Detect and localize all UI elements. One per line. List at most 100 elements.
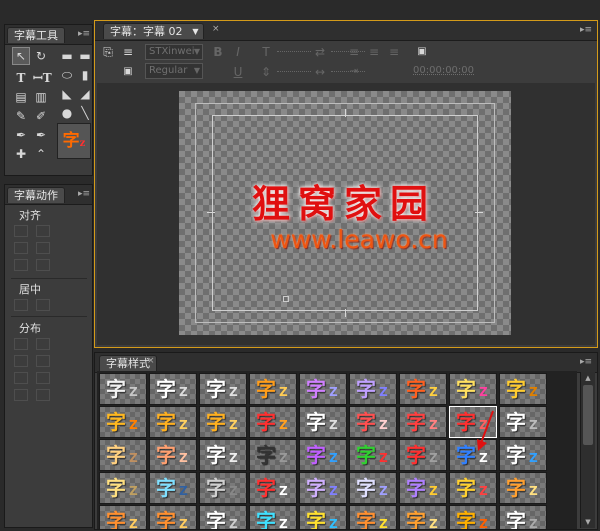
align-right-icon[interactable] bbox=[14, 242, 28, 254]
center-horizontal-icon[interactable] bbox=[14, 299, 28, 311]
clipped-rectangle-tool-icon[interactable]: ⬭ bbox=[58, 66, 76, 84]
style-swatch[interactable]: 字Z bbox=[299, 505, 347, 529]
scroll-down-icon[interactable]: ▼ bbox=[581, 516, 595, 528]
delete-anchor-tool-icon[interactable]: ✒ bbox=[32, 126, 50, 144]
leading-icon[interactable]: ⇕ bbox=[257, 63, 275, 81]
style-swatch[interactable]: 字Z bbox=[349, 439, 397, 471]
bold-icon[interactable]: B bbox=[209, 43, 227, 61]
style-swatch[interactable]: 字Z bbox=[199, 406, 247, 438]
tab-stops-icon[interactable]: ⇥ bbox=[345, 63, 363, 81]
align-center-text-icon[interactable]: ≡ bbox=[365, 43, 383, 61]
canvas-title-text[interactable]: 狸窝家园 bbox=[239, 173, 449, 228]
style-swatch[interactable]: 字Z bbox=[399, 373, 447, 405]
style-swatch[interactable]: 字Z bbox=[499, 373, 547, 405]
style-swatch[interactable]: 字Z bbox=[249, 406, 297, 438]
wedge-tool-icon[interactable]: ◣ bbox=[58, 85, 76, 103]
align-top-icon[interactable] bbox=[36, 242, 50, 254]
style-swatch[interactable]: 字Z bbox=[149, 406, 197, 438]
style-swatch[interactable]: 字Z bbox=[349, 505, 397, 529]
style-swatch[interactable]: 字Z bbox=[99, 439, 147, 471]
vertical-area-type-tool-icon[interactable]: ▥ bbox=[32, 88, 50, 106]
italic-icon[interactable]: I bbox=[229, 43, 247, 61]
style-swatch[interactable]: 字Z bbox=[399, 406, 447, 438]
style-swatch[interactable]: 字Z bbox=[349, 472, 397, 504]
tab-title-tools[interactable]: 字幕工具 bbox=[7, 27, 65, 43]
rectangle-tool-icon[interactable]: ▬ bbox=[58, 47, 76, 65]
align-left-text-icon[interactable]: ≡ bbox=[345, 43, 363, 61]
timecode-display[interactable]: 00:00:00:00 bbox=[413, 65, 474, 76]
style-swatch[interactable]: 字Z bbox=[299, 373, 347, 405]
style-swatch[interactable]: 字Z bbox=[249, 373, 297, 405]
tab-close-icon[interactable]: × bbox=[147, 356, 155, 366]
distribute-even-v-icon[interactable] bbox=[36, 389, 50, 401]
style-swatch[interactable]: 字Z bbox=[449, 472, 497, 504]
style-swatch[interactable]: 字Z bbox=[449, 505, 497, 529]
style-swatch[interactable]: 字Z bbox=[299, 406, 347, 438]
style-swatch[interactable]: 字Z bbox=[399, 472, 447, 504]
panel-menu-icon[interactable]: ▸≡ bbox=[77, 29, 91, 39]
kerning-icon[interactable]: ↔ bbox=[311, 63, 329, 81]
underline-icon[interactable]: U bbox=[229, 63, 247, 81]
vertical-path-type-tool-icon[interactable]: ✐ bbox=[32, 107, 50, 125]
distribute-bottom-icon[interactable] bbox=[14, 389, 28, 401]
style-swatch[interactable]: 字Z bbox=[299, 439, 347, 471]
templates-icon[interactable]: ▣ bbox=[119, 63, 137, 81]
style-swatch[interactable]: 字Z bbox=[99, 406, 147, 438]
align-left-icon[interactable] bbox=[14, 225, 28, 237]
canvas-url-text[interactable]: www.leawo.cn bbox=[249, 225, 469, 254]
tab-title-02[interactable]: 字幕：字幕 02 ▼ bbox=[103, 23, 204, 39]
style-swatch[interactable]: 字Z bbox=[149, 439, 197, 471]
rounded-rectangle-tool-icon[interactable]: ▬ bbox=[78, 47, 92, 65]
distribute-right-icon[interactable] bbox=[14, 355, 28, 367]
font-size-icon[interactable]: T bbox=[257, 43, 275, 61]
rounded-corner-tool-icon[interactable]: ▮ bbox=[78, 66, 92, 84]
scroll-up-icon[interactable]: ▲ bbox=[581, 372, 595, 384]
panel-menu-icon[interactable]: ▸≡ bbox=[77, 189, 91, 199]
style-swatch[interactable]: 字Z bbox=[399, 505, 447, 529]
style-swatch[interactable]: 字Z bbox=[499, 472, 547, 504]
style-swatch[interactable]: 字Z bbox=[199, 505, 247, 529]
aspect-icon[interactable]: ⇄ bbox=[311, 43, 329, 61]
style-swatch[interactable]: 字Z bbox=[249, 472, 297, 504]
align-bottom-icon[interactable] bbox=[36, 259, 50, 271]
roll-crawl-options-icon[interactable]: ≡ bbox=[119, 43, 137, 61]
path-type-tool-icon[interactable]: ✎ bbox=[12, 107, 30, 125]
style-swatch[interactable]: 字Z bbox=[249, 439, 297, 471]
style-swatch[interactable]: 字Z bbox=[399, 439, 447, 471]
ellipse-tool-icon[interactable]: ● bbox=[58, 104, 76, 122]
distribute-center-icon[interactable] bbox=[36, 338, 50, 350]
selection-tool-icon[interactable]: ↖ bbox=[12, 47, 30, 65]
style-swatch[interactable]: 字Z bbox=[499, 406, 547, 438]
show-background-video-icon[interactable]: ▣ bbox=[413, 43, 431, 61]
style-swatch[interactable]: 字Z bbox=[349, 406, 397, 438]
distribute-middle-icon[interactable] bbox=[36, 372, 50, 384]
scroll-thumb[interactable] bbox=[583, 385, 593, 445]
new-title-icon[interactable]: ⎘ bbox=[99, 43, 117, 61]
distribute-top-icon[interactable] bbox=[14, 372, 28, 384]
align-right-text-icon[interactable]: ≡ bbox=[385, 43, 403, 61]
center-vertical-icon[interactable] bbox=[36, 299, 50, 311]
distribute-even-h-icon[interactable] bbox=[36, 355, 50, 367]
style-swatch[interactable]: 字Z bbox=[349, 373, 397, 405]
panel-menu-icon[interactable]: ▸≡ bbox=[579, 25, 593, 35]
line-tool-icon[interactable]: ╲ bbox=[78, 104, 92, 122]
vertical-type-tool-icon[interactable]: ꟷT bbox=[32, 69, 52, 87]
add-anchor-tool-icon[interactable]: ✚ bbox=[12, 145, 30, 163]
pen-tool-icon[interactable]: ✒ bbox=[12, 126, 30, 144]
tab-dropdown-icon[interactable]: ▼ bbox=[192, 24, 198, 40]
rotation-tool-icon[interactable]: ↻ bbox=[32, 47, 50, 65]
style-swatch[interactable]: 字Z bbox=[199, 472, 247, 504]
style-swatch[interactable]: 字Z bbox=[199, 373, 247, 405]
title-canvas[interactable]: 狸窝家园 www.leawo.cn bbox=[179, 91, 511, 335]
arc-tool-icon[interactable]: ◢ bbox=[78, 85, 92, 103]
style-swatch[interactable]: 字Z bbox=[199, 439, 247, 471]
leading-field[interactable] bbox=[277, 71, 311, 72]
style-swatch[interactable]: 字Z bbox=[99, 373, 147, 405]
align-center-v-icon[interactable] bbox=[36, 225, 50, 237]
style-swatch[interactable]: 字Z bbox=[249, 505, 297, 529]
convert-anchor-tool-icon[interactable]: ⌃ bbox=[32, 145, 50, 163]
styles-scrollbar[interactable]: ▲ ▼ bbox=[580, 372, 595, 528]
style-swatch[interactable]: 字Z bbox=[499, 505, 547, 529]
font-family-select[interactable]: STXinwei ▼ bbox=[145, 44, 203, 60]
tab-close-icon[interactable]: × bbox=[212, 24, 220, 34]
